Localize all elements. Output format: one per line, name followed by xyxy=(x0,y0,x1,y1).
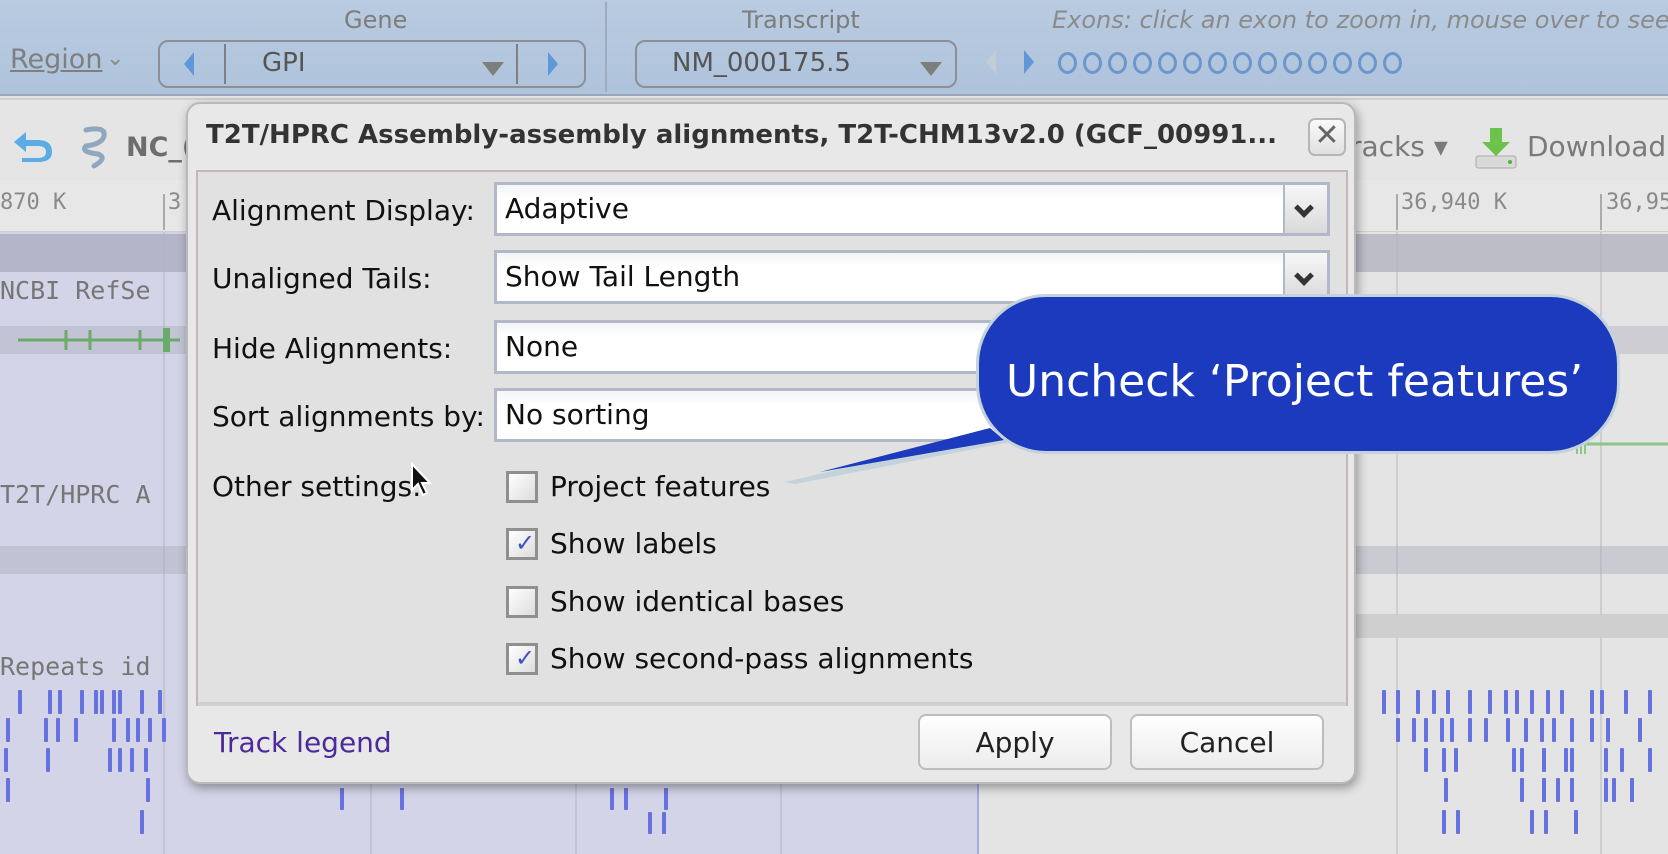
mouse-cursor-icon xyxy=(411,462,433,497)
genome-browser-screen: Region ⌄ Gene GPI Transcript NM_000175.5… xyxy=(0,0,1668,854)
callout-text: Uncheck ‘Project features’ xyxy=(1006,356,1584,407)
